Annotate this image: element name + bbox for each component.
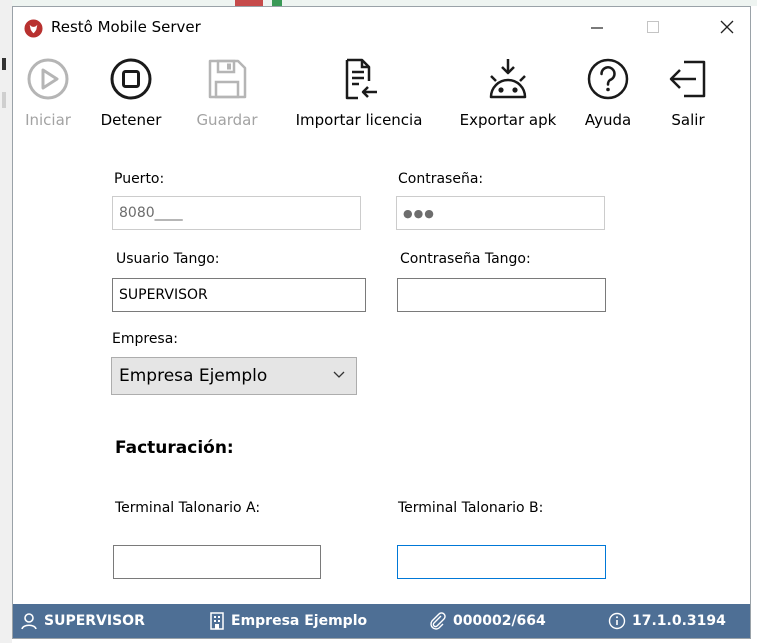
facturacion-heading: Facturación: [115,438,234,458]
chevron-down-icon [333,371,345,378]
ayuda-label: Ayuda [584,111,632,129]
status-bar: SUPERVISOR Empresa Ejemplo 000002/664 17… [13,604,750,638]
play-icon [27,58,69,100]
close-icon [720,20,734,34]
terminal-b-input[interactable] [397,545,606,579]
building-icon [210,612,224,630]
detener-label: Detener [100,111,162,129]
guardar-label: Guardar [196,111,258,129]
paperclip-icon [430,612,446,630]
toolbar: Iniciar Detener Guardar Importar licenci… [13,55,750,139]
stop-icon [110,58,152,100]
importar-licencia-label: Importar licencia [295,111,423,129]
info-icon [608,612,626,630]
background-mark [2,58,6,70]
empresa-label: Empresa: [112,331,179,347]
iniciar-button[interactable]: Iniciar [18,55,78,129]
background-app-edge [0,0,12,643]
import-license-icon [345,58,377,100]
exportar-apk-label: Exportar apk [459,111,557,129]
salir-label: Salir [671,111,705,129]
status-company-label: Empresa Ejemplo [231,613,368,629]
background-mark [2,92,6,108]
ayuda-button[interactable]: Ayuda [577,55,639,129]
detener-button[interactable]: Detener [99,55,163,129]
guardar-button[interactable]: Guardar [192,55,262,129]
terminal-a-input[interactable] [113,545,321,579]
usuario-tango-input[interactable]: SUPERVISOR [112,278,366,312]
status-company: Empresa Ejemplo [209,604,367,638]
puerto-label: Puerto: [114,171,165,187]
terminal-a-label: Terminal Talonario A: [115,500,261,516]
android-download-icon [489,59,527,99]
exportar-apk-button[interactable]: Exportar apk [453,55,563,129]
app-window: Restô Mobile Server Iniciar Detener Guar… [12,6,751,639]
importar-licencia-button[interactable]: Importar licencia [285,55,433,129]
window-title: Restô Mobile Server [51,18,201,36]
status-license-label: 000002/664 [453,613,546,629]
status-version-label: 17.1.0.3194 [632,613,726,629]
status-user-label: SUPERVISOR [44,613,145,629]
contrasena-tango-label: Contraseña Tango: [400,251,531,267]
help-icon [587,58,629,100]
save-icon [208,59,247,99]
title-bar[interactable]: Restô Mobile Server [13,7,750,47]
salir-button[interactable]: Salir [656,55,720,129]
iniciar-label: Iniciar [25,111,71,129]
puerto-input[interactable]: 8080____ [112,196,361,230]
contrasena-input[interactable]: ●●● [396,196,605,230]
exit-icon [669,60,706,98]
minimize-button[interactable] [574,7,620,47]
maximize-icon [647,21,659,33]
empresa-select[interactable]: Empresa Ejemplo [111,357,357,395]
contrasena-tango-input[interactable] [397,278,606,312]
terminal-b-label: Terminal Talonario B: [398,500,544,516]
app-logo-icon [24,19,43,38]
empresa-select-value: Empresa Ejemplo [119,366,268,386]
usuario-tango-label: Usuario Tango: [116,251,220,267]
contrasena-label: Contraseña: [398,171,484,187]
user-icon [21,613,37,630]
status-version: 17.1.0.3194 [608,604,726,638]
status-license: 000002/664 [429,604,546,638]
maximize-button[interactable] [630,7,676,47]
status-user: SUPERVISOR [20,604,145,638]
minimize-icon [591,27,603,29]
close-button[interactable] [704,7,750,47]
